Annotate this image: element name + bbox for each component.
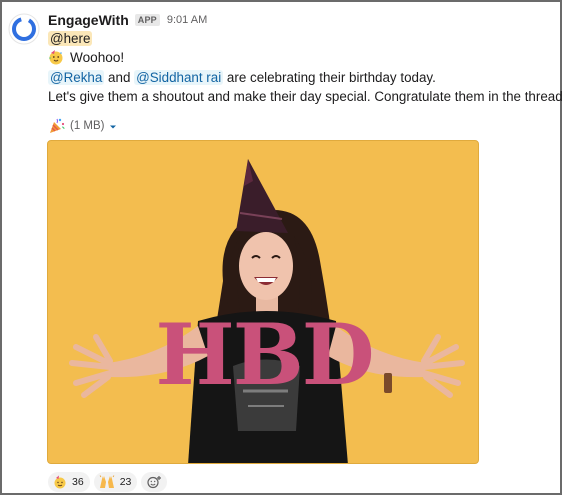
- here-mention[interactable]: @here: [48, 31, 93, 46]
- reaction-birthday-count: 36: [72, 476, 84, 488]
- chevron-down-icon[interactable]: [109, 122, 117, 130]
- raised-hands-icon: [99, 475, 115, 488]
- shoutout-text: Let's give them a shoutout and make thei…: [48, 89, 562, 104]
- add-emoji-icon: [147, 476, 162, 489]
- sender-name[interactable]: EngageWith: [48, 12, 129, 28]
- reactions-bar: 36 23: [48, 472, 168, 492]
- engagewith-avatar[interactable]: [8, 13, 40, 45]
- reaction-birthday[interactable]: 36: [48, 472, 90, 492]
- mention-siddhant[interactable]: @Siddhant rai: [134, 70, 224, 85]
- birthday-gif[interactable]: HBD: [47, 140, 479, 464]
- headline-line: Woohoo!: [48, 49, 124, 67]
- message-container: EngageWith APP 9:01 AM @here Woohoo! @Re…: [0, 0, 562, 495]
- attachment-size: (1 MB): [70, 120, 105, 132]
- party-popper-icon: [48, 117, 66, 135]
- attachment-header[interactable]: (1 MB): [48, 117, 117, 135]
- partying-face-icon: [48, 49, 64, 65]
- hbd-text: HBD: [155, 305, 374, 404]
- birthday-face-icon: [54, 475, 66, 489]
- shoutout-line: Let's give them a shoutout and make thei…: [48, 88, 562, 106]
- here-line: @here: [48, 30, 93, 48]
- add-reaction-button[interactable]: [141, 472, 168, 492]
- and-text: and: [108, 70, 131, 85]
- message-timestamp[interactable]: 9:01 AM: [167, 14, 207, 26]
- app-badge: APP: [134, 14, 160, 26]
- mentions-line: @Rekha and @Siddhant rai are celebrating…: [48, 69, 436, 87]
- message-header: EngageWith APP 9:01 AM: [48, 11, 207, 29]
- reaction-raised-hands[interactable]: 23: [93, 472, 138, 492]
- reaction-raised-hands-count: 23: [119, 476, 132, 488]
- headline-text: Woohoo!: [70, 50, 125, 65]
- celebrating-text: are celebrating their birthday today.: [226, 70, 436, 85]
- mention-rekha[interactable]: @Rekha: [48, 70, 105, 85]
